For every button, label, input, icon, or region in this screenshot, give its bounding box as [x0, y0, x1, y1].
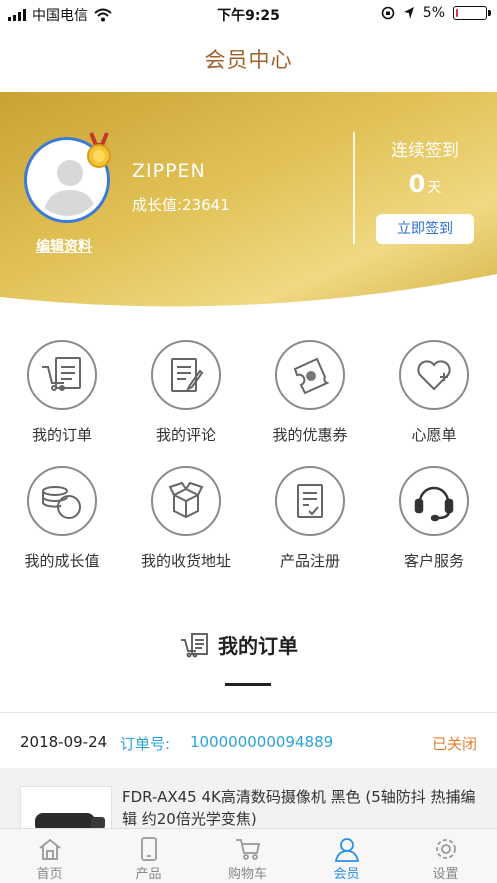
- orders-section-header: 我的订单: [0, 630, 497, 670]
- order-status: 已关闭: [431, 735, 477, 753]
- order-date: 2018-09-24: [20, 733, 108, 751]
- tab-bar: 首页 产品 购物车 会员 设置: [0, 828, 497, 883]
- nav-bar: 会员中心: [0, 28, 497, 92]
- section-underline: [225, 683, 271, 686]
- grid-label: 心愿单: [411, 426, 457, 444]
- grid-label: 客户服务: [403, 552, 464, 570]
- tab-label: 产品: [135, 867, 162, 882]
- battery-fill: [456, 9, 458, 17]
- product-thumbnail: [20, 786, 112, 830]
- user-icon: [334, 838, 359, 862]
- grid-label: 我的收货地址: [140, 552, 231, 570]
- rotation-lock-icon: [381, 6, 395, 20]
- tab-label: 购物车: [227, 867, 267, 882]
- grid-item-customer-service[interactable]: 客户服务: [372, 466, 496, 571]
- sign-in-unit: 天: [427, 180, 442, 196]
- tab-label: 首页: [36, 867, 63, 882]
- home-icon: [38, 838, 61, 860]
- status-bar: 中国电信 下午9:25 5%: [0, 0, 497, 28]
- grid-item-product-registration[interactable]: 产品注册: [248, 466, 372, 571]
- username: ZIPPEN: [132, 160, 206, 182]
- medal-icon: [87, 132, 111, 168]
- camcorder-image: [35, 813, 105, 830]
- location-icon: [403, 7, 414, 19]
- status-right: 5%: [381, 5, 491, 21]
- battery-percent: 5%: [422, 5, 445, 21]
- tab-cart[interactable]: 购物车: [198, 829, 297, 883]
- grid-item-wishlist[interactable]: 心愿单: [372, 340, 496, 445]
- tab-products[interactable]: 产品: [99, 829, 198, 883]
- grid-item-my-reviews[interactable]: 我的评论: [124, 340, 248, 445]
- grid-item-growth-value[interactable]: 我的成长值: [0, 466, 124, 571]
- grid-label: 我的优惠券: [272, 426, 348, 444]
- order-row[interactable]: 2018-09-24 订单号: 100000000094889 已关闭: [0, 713, 497, 769]
- order-number-label: 订单号:: [120, 735, 171, 753]
- sign-in-title: 连续签到: [391, 141, 459, 161]
- page-title: 会员中心: [204, 48, 293, 72]
- sign-in-count: 0: [408, 170, 426, 198]
- tab-member[interactable]: 会员: [297, 829, 396, 883]
- sign-in-button[interactable]: 立即签到: [376, 214, 474, 244]
- headset-icon: [399, 466, 469, 536]
- grid-label: 我的订单: [31, 426, 92, 444]
- grid-label: 产品注册: [279, 552, 340, 570]
- tab-label: 设置: [432, 867, 459, 882]
- product-name: FDR-AX45 4K高清数码摄像机 黑色 (5轴防抖 热捕编辑 约20倍光学变…: [122, 788, 476, 828]
- battery-icon: [453, 6, 491, 20]
- phone-icon: [140, 837, 157, 861]
- coins-icon: [27, 466, 97, 536]
- cart-icon: [235, 839, 260, 860]
- header-divider: [353, 132, 355, 244]
- grid-item-my-coupons[interactable]: 我的优惠券: [248, 340, 372, 445]
- comment-edit-icon: [151, 340, 221, 410]
- coupon-icon: [275, 340, 345, 410]
- sign-in-days: 0天: [372, 170, 478, 198]
- heart-icon: [399, 340, 469, 410]
- settings-icon: [435, 839, 456, 859]
- tab-settings[interactable]: 设置: [396, 829, 495, 883]
- tab-label: 会员: [333, 867, 360, 882]
- grid-item-address[interactable]: 我的收货地址: [124, 466, 248, 571]
- grid-label: 我的成长值: [24, 552, 100, 570]
- order-number: 100000000094889: [190, 733, 334, 751]
- edit-profile-link[interactable]: 编辑资料: [36, 236, 92, 256]
- order-list-icon: [181, 632, 208, 657]
- grid-item-my-orders[interactable]: 我的订单: [0, 340, 124, 445]
- member-center-page: 中国电信 下午9:25 5% 会员中心 编辑资料 ZIPPEN 成长值:2364…: [0, 0, 497, 883]
- tab-home[interactable]: 首页: [0, 829, 99, 883]
- growth-value: 成长值:23641: [132, 196, 230, 214]
- register-doc-icon: [275, 466, 345, 536]
- profile-header: 编辑资料 ZIPPEN 成长值:23641 连续签到 0天 立即签到: [0, 92, 497, 307]
- avatar[interactable]: [24, 132, 111, 223]
- package-icon: [151, 466, 221, 536]
- cart-list-icon: [27, 340, 97, 410]
- order-product-item[interactable]: FDR-AX45 4K高清数码摄像机 黑色 (5轴防抖 热捕编辑 约20倍光学变…: [0, 768, 497, 830]
- orders-section-title: 我的订单: [218, 634, 298, 658]
- grid-label: 我的评论: [155, 426, 216, 444]
